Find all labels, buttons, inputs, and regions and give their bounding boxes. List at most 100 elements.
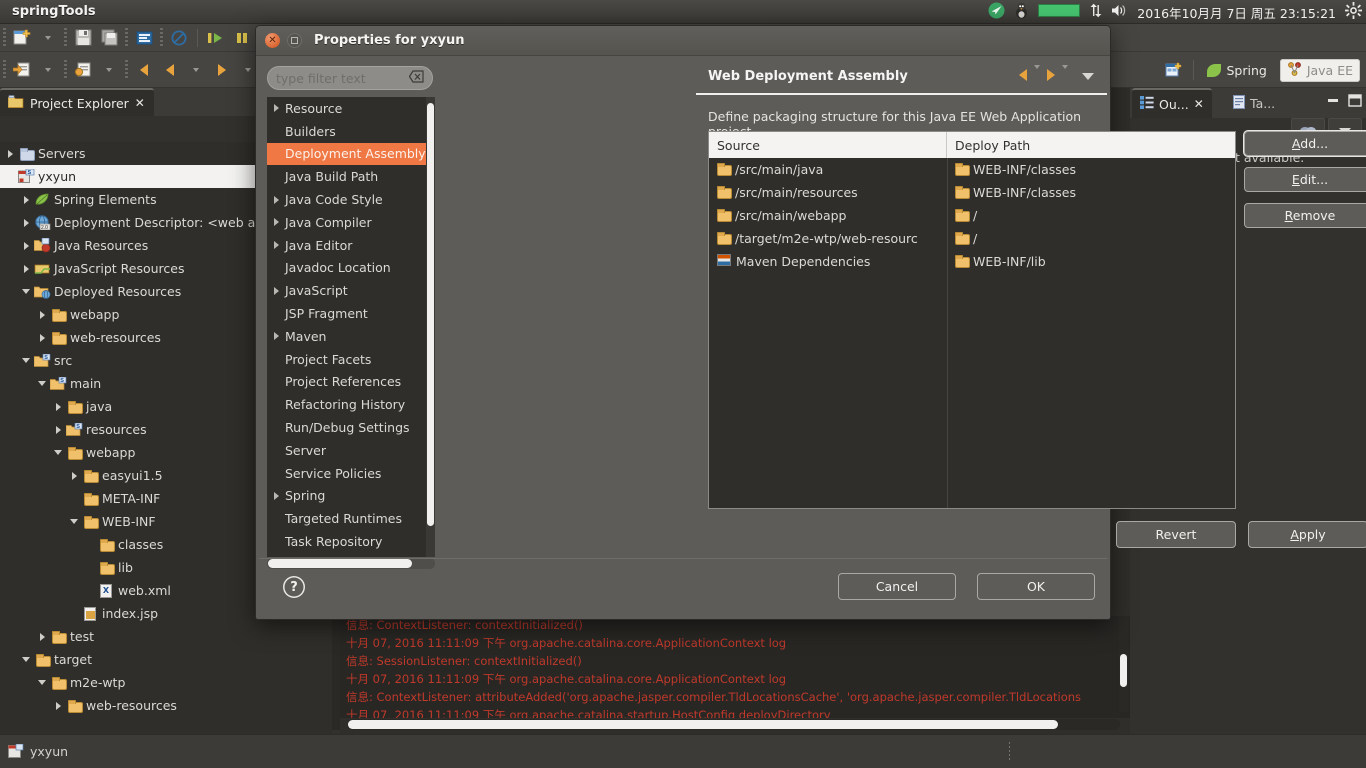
- network-icon[interactable]: [1089, 3, 1102, 21]
- twisty-collapsed-icon[interactable]: [267, 241, 285, 250]
- filter-input[interactable]: type filter text: [267, 66, 433, 90]
- forward-icon[interactable]: [1047, 68, 1055, 84]
- no-entry-icon[interactable]: [166, 26, 192, 50]
- twisty-collapsed-icon[interactable]: [267, 195, 285, 204]
- open-perspective-icon[interactable]: [1161, 58, 1187, 82]
- pref-tree-item[interactable]: Server: [267, 439, 435, 462]
- revert-button[interactable]: Revert: [1116, 521, 1236, 548]
- pref-tree-item[interactable]: Javadoc Location: [267, 257, 435, 280]
- help-icon[interactable]: ?: [283, 576, 305, 598]
- twisty-expanded-icon[interactable]: [36, 677, 48, 689]
- pref-tree-item[interactable]: Spring: [267, 485, 435, 508]
- twisty-expanded-icon[interactable]: [20, 355, 32, 367]
- pref-tree-item[interactable]: Refactoring History: [267, 393, 435, 416]
- minimize-icon[interactable]: [1326, 95, 1340, 110]
- pref-tree-item[interactable]: Resource: [267, 97, 435, 120]
- deployment-assembly-table[interactable]: Source Deploy Path /src/main/java WEB-INF…: [708, 131, 1236, 509]
- pref-tree-item[interactable]: Java Build Path: [267, 165, 435, 188]
- twisty-collapsed-icon[interactable]: [20, 194, 32, 206]
- page-menu-icon[interactable]: [1081, 69, 1095, 84]
- dialog-titlebar[interactable]: ✕ Properties for yxyun: [256, 26, 1110, 56]
- pref-tree-item[interactable]: Project Facets: [267, 348, 435, 371]
- pref-tree-item[interactable]: Builders: [267, 120, 435, 143]
- battery-icon[interactable]: [1038, 4, 1081, 20]
- twisty-expanded-icon[interactable]: [36, 378, 48, 390]
- debug-icon[interactable]: [9, 58, 35, 82]
- tree-item[interactable]: web-resources: [0, 694, 332, 717]
- pref-tree-item[interactable]: Deployment Assembly: [267, 142, 435, 166]
- twisty-collapsed-icon[interactable]: [68, 470, 80, 482]
- twisty-collapsed-icon[interactable]: [267, 491, 285, 500]
- debug-caret[interactable]: [35, 58, 61, 82]
- pref-tree-item[interactable]: Java Compiler: [267, 211, 435, 234]
- pref-tree-item[interactable]: Task Repository: [267, 530, 435, 553]
- save-icon[interactable]: [70, 26, 96, 50]
- twisty-collapsed-icon[interactable]: [20, 240, 32, 252]
- twisty-collapsed-icon[interactable]: [36, 309, 48, 321]
- perspective-spring[interactable]: Spring: [1200, 60, 1273, 81]
- toolbar-drag-handle[interactable]: [3, 27, 6, 48]
- back-caret[interactable]: [183, 58, 209, 82]
- close-icon[interactable]: ✕: [135, 97, 145, 109]
- forward-caret[interactable]: [1062, 64, 1068, 84]
- pref-tree-item[interactable]: JSP Fragment: [267, 302, 435, 325]
- tab-outline[interactable]: Ou... ✕: [1132, 88, 1212, 118]
- tux-icon[interactable]: [1014, 2, 1029, 22]
- pref-tree-item[interactable]: Targeted Runtimes: [267, 507, 435, 530]
- twisty-collapsed-icon[interactable]: [52, 401, 64, 413]
- console-view[interactable]: 信息: ContextListener: contextInitialized(…: [340, 616, 1130, 718]
- table-row[interactable]: /target/m2e-wtp/web-resourc /: [709, 227, 1235, 250]
- pref-tree-item[interactable]: Run/Debug Settings: [267, 416, 435, 439]
- twisty-collapsed-icon[interactable]: [267, 218, 285, 227]
- pref-tree-item[interactable]: JavaScript: [267, 279, 435, 302]
- twisty-collapsed-icon[interactable]: [36, 631, 48, 643]
- cancel-button[interactable]: Cancel: [838, 573, 956, 600]
- toolbar-drag-handle-2[interactable]: [3, 59, 6, 80]
- tab-project-explorer[interactable]: Project Explorer ✕: [0, 88, 154, 116]
- console-horizontal-scrollbar[interactable]: [348, 719, 1120, 730]
- console-vertical-scrollbar[interactable]: [1119, 616, 1128, 712]
- column-header-deploy-path[interactable]: Deploy Path: [947, 132, 1235, 158]
- pref-tree-item[interactable]: Java Editor: [267, 234, 435, 257]
- save-all-icon[interactable]: [96, 26, 122, 50]
- back-icon[interactable]: [157, 58, 183, 82]
- pref-tree-item[interactable]: Service Policies: [267, 462, 435, 485]
- back-history-icon[interactable]: [131, 58, 157, 82]
- edit-button[interactable]: Edit...: [1244, 167, 1366, 192]
- maximize-icon[interactable]: [1348, 94, 1362, 110]
- volume-icon[interactable]: [1111, 3, 1128, 21]
- twisty-collapsed-icon[interactable]: [52, 700, 64, 712]
- preferences-tree[interactable]: Resource Builders Deployment Assembly Java …: [267, 97, 435, 557]
- table-column-divider[interactable]: [947, 158, 948, 508]
- twisty-expanded-icon[interactable]: [52, 447, 64, 459]
- tree-item[interactable]: m2e-wtp: [0, 671, 332, 694]
- new-wizard-icon[interactable]: [9, 26, 35, 50]
- ok-button[interactable]: OK: [977, 573, 1095, 600]
- preferences-scrollbar[interactable]: [426, 97, 435, 557]
- maximize-icon[interactable]: [287, 33, 302, 48]
- back-caret[interactable]: [1034, 64, 1040, 84]
- apply-button[interactable]: Apply: [1248, 521, 1366, 548]
- clear-icon[interactable]: [408, 70, 424, 86]
- table-row[interactable]: /src/main/resources WEB-INF/classes: [709, 181, 1235, 204]
- remove-button[interactable]: Remove: [1244, 203, 1366, 228]
- mail-icon[interactable]: [988, 2, 1005, 22]
- print-icon[interactable]: [131, 26, 157, 50]
- close-icon[interactable]: ✕: [1194, 98, 1204, 110]
- twisty-expanded-icon[interactable]: [20, 286, 32, 298]
- table-row[interactable]: Maven Dependencies WEB-INF/lib: [709, 250, 1235, 273]
- twisty-collapsed-icon[interactable]: [36, 332, 48, 344]
- tree-item[interactable]: test: [0, 625, 332, 648]
- perspective-java-ee[interactable]: Java EE: [1279, 58, 1360, 82]
- tab-tasks[interactable]: Ta...: [1225, 88, 1283, 118]
- add-button[interactable]: Add...: [1244, 131, 1366, 156]
- back-icon[interactable]: [1019, 68, 1027, 84]
- twisty-collapsed-icon[interactable]: [20, 217, 32, 229]
- twisty-expanded-icon[interactable]: [68, 516, 80, 528]
- run-as-icon[interactable]: [70, 58, 96, 82]
- twisty-collapsed-icon[interactable]: [267, 286, 285, 295]
- pref-tree-item[interactable]: Project References: [267, 371, 435, 394]
- run-icon[interactable]: [203, 26, 229, 50]
- table-row[interactable]: /src/main/java WEB-INF/classes: [709, 158, 1235, 181]
- run-as-caret[interactable]: [96, 58, 122, 82]
